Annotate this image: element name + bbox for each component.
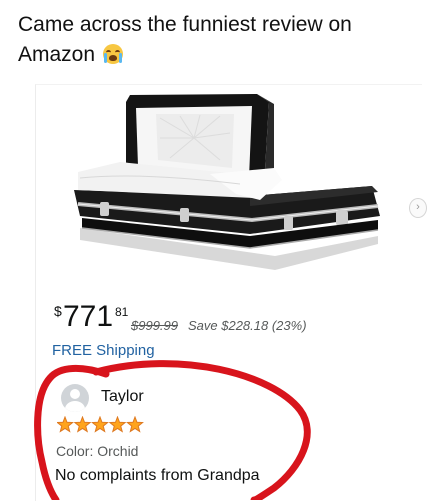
price-currency-symbol: $ [54, 303, 62, 319]
price-whole: 771 [63, 300, 114, 333]
star-icon [73, 416, 92, 433]
post-caption-text: Came across the funniest review on Amazo… [18, 13, 352, 66]
star-icon [57, 416, 74, 433]
crying-face-emoji-icon [102, 44, 123, 64]
reviewer-name[interactable]: Taylor [101, 388, 144, 406]
review-text: No complaints from Grandpa [55, 467, 260, 484]
star-icon [126, 416, 144, 433]
list-price: $999.99 [131, 318, 178, 333]
free-shipping-link[interactable]: FREE Shipping [52, 342, 155, 359]
post-caption: Came across the funniest review on Amazo… [18, 10, 413, 70]
star-rating [57, 416, 144, 433]
color-variant: Color: Orchid [56, 443, 139, 459]
star-icon [91, 416, 109, 433]
star-icon [108, 416, 127, 433]
carousel-next-chevron-icon[interactable]: › [409, 198, 427, 218]
reviewer-avatar-icon [61, 384, 89, 412]
price-fraction: 81 [115, 305, 129, 319]
casket-product-image[interactable] [60, 88, 390, 278]
savings-text: Save $228.18 (23%) [188, 318, 307, 333]
